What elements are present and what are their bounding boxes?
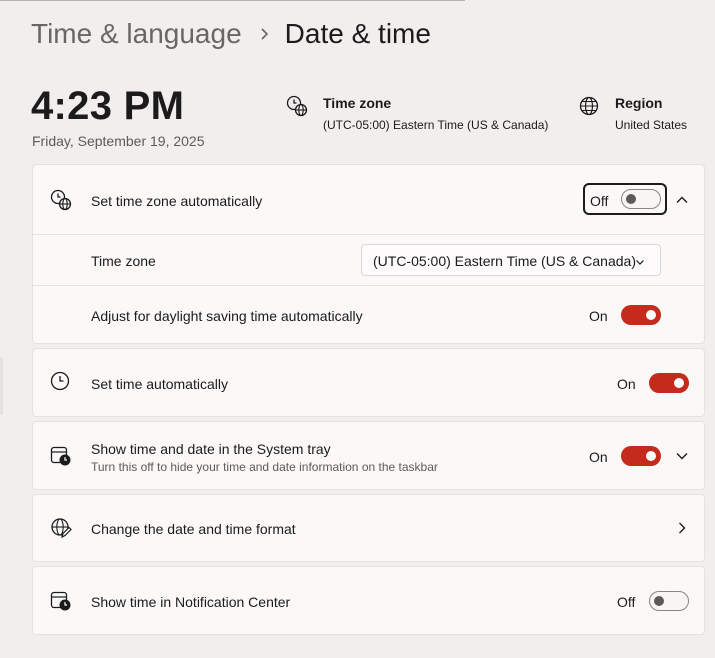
timezone-dropdown[interactable]: (UTC-05:00) Eastern Time (US & Canada) xyxy=(361,244,661,276)
daylight-state: On xyxy=(589,308,608,324)
systray-sublabel: Turn this off to hide your time and date… xyxy=(91,460,438,474)
timezone-select-row: Time zone (UTC-05:00) Eastern Time (US &… xyxy=(33,235,704,285)
systray-toggle[interactable] xyxy=(621,446,661,466)
current-date: Friday, September 19, 2025 xyxy=(32,133,205,149)
clock-globe-icon xyxy=(286,95,308,117)
systray-state: On xyxy=(589,449,608,465)
globe-icon xyxy=(578,95,600,117)
clock-globe-icon xyxy=(50,189,72,211)
chevron-up-icon[interactable] xyxy=(675,193,689,207)
chevron-right-icon[interactable] xyxy=(675,521,689,535)
notification-state: Off xyxy=(617,594,636,610)
header-region-value: United States xyxy=(615,118,688,132)
window-top-edge xyxy=(0,0,465,1)
auto-time-label: Set time automatically xyxy=(91,376,228,392)
clock-icon xyxy=(50,371,72,393)
globe-edit-icon xyxy=(50,517,72,539)
breadcrumb-parent-link[interactable]: Time & language xyxy=(31,18,242,50)
systray-card[interactable]: Show time and date in the System tray Tu… xyxy=(32,421,705,490)
calendar-clock-icon xyxy=(50,590,72,612)
auto-time-state: On xyxy=(617,376,636,392)
calendar-clock-icon xyxy=(50,445,72,467)
auto-timezone-card: Set time zone automatically Off Time zon… xyxy=(32,164,705,344)
chevron-down-icon xyxy=(634,255,646,267)
current-time: 4:23 PM xyxy=(31,84,185,128)
auto-time-card[interactable]: Set time automatically On xyxy=(32,348,705,417)
notification-toggle[interactable] xyxy=(649,591,689,611)
auto-timezone-row[interactable]: Set time zone automatically Off xyxy=(33,165,704,234)
nav-pane-edge xyxy=(0,357,3,415)
header-timezone-value: (UTC-05:00) Eastern Time (US & Canada) xyxy=(323,118,549,132)
format-label: Change the date and time format xyxy=(91,521,296,537)
header-timezone-info: Time zone (UTC-05:00) Eastern Time (US &… xyxy=(286,95,548,132)
timezone-dropdown-value: (UTC-05:00) Eastern Time (US & Canada) xyxy=(373,253,636,269)
header-region-info: Region United States xyxy=(578,95,687,132)
systray-label: Show time and date in the System tray xyxy=(91,441,331,457)
daylight-toggle[interactable] xyxy=(621,305,661,325)
format-card[interactable]: Change the date and time format xyxy=(32,494,705,562)
notification-card[interactable]: Show time in Notification Center Off xyxy=(32,566,705,635)
auto-time-toggle[interactable] xyxy=(649,373,689,393)
auto-timezone-label: Set time zone automatically xyxy=(91,193,263,209)
daylight-row[interactable]: Adjust for daylight saving time automati… xyxy=(33,286,704,344)
page-title: Date & time xyxy=(284,18,431,49)
notification-label: Show time in Notification Center xyxy=(91,594,291,610)
timezone-select-label: Time zone xyxy=(91,253,156,269)
chevron-right-icon xyxy=(259,27,269,41)
auto-timezone-state: Off xyxy=(590,193,609,209)
auto-timezone-toggle[interactable] xyxy=(621,189,661,209)
chevron-down-icon[interactable] xyxy=(675,449,689,463)
breadcrumb: Time & language Date & time xyxy=(31,18,431,50)
daylight-label: Adjust for daylight saving time automati… xyxy=(91,308,363,324)
header-region-title: Region xyxy=(615,95,663,111)
header-timezone-title: Time zone xyxy=(323,95,392,111)
